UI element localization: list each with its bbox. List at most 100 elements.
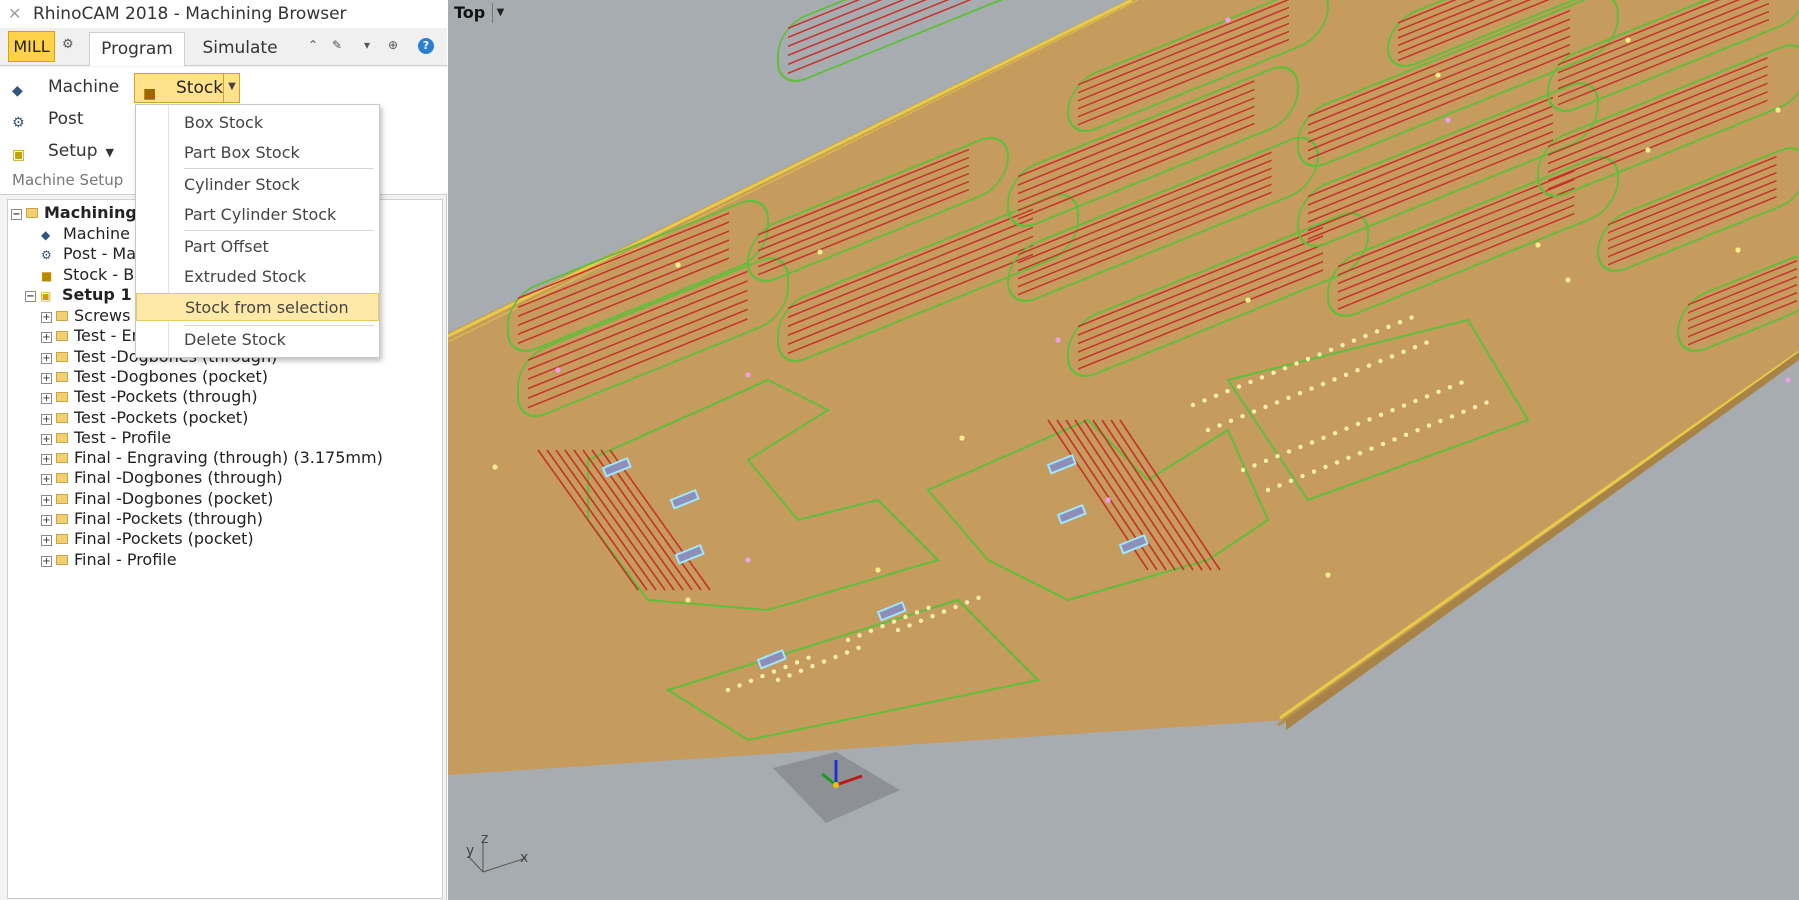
- tree-operation[interactable]: + Final -Dogbones (pocket): [41, 488, 273, 510]
- folder-icon: [56, 331, 68, 342]
- drill-hole: [1346, 455, 1351, 460]
- drill-hole: [1403, 432, 1409, 437]
- menu-item-extruded-stock[interactable]: Extruded Stock: [136, 263, 379, 291]
- setup-button[interactable]: ▣ Setup ▼: [12, 138, 114, 164]
- expand-toggle[interactable]: +: [41, 433, 52, 445]
- drill-hole: [857, 633, 862, 638]
- machine-button-label: Machine: [48, 77, 120, 97]
- drill-hole: [1275, 454, 1280, 459]
- viewport-top[interactable]: x z y Top ▼: [448, 0, 1799, 900]
- screw-point: [959, 435, 965, 441]
- expand-toggle[interactable]: +: [41, 515, 52, 526]
- tree-operation[interactable]: + Final -Pockets (through): [41, 508, 263, 530]
- post-button[interactable]: ⚙ Post: [12, 106, 84, 132]
- drill-hole: [1355, 368, 1360, 373]
- setup-icon: ▣: [12, 147, 26, 163]
- stock-button[interactable]: ■ Stock ▼: [134, 73, 240, 103]
- chevron-down-icon[interactable]: ▾: [364, 38, 370, 52]
- wrench-icon[interactable]: ✎: [332, 38, 342, 52]
- expand-toggle[interactable]: +: [41, 413, 52, 425]
- ribbon-group-label: Machine Setup: [12, 171, 124, 189]
- folder-icon: [56, 554, 68, 565]
- tree-root-label: Machining J: [44, 203, 149, 222]
- tree-machine[interactable]: ◆ Machine: [41, 223, 130, 245]
- close-icon[interactable]: ✕: [8, 4, 21, 23]
- machine-button[interactable]: ◆ Machine: [12, 74, 119, 100]
- mill-mode-button[interactable]: MILL: [8, 31, 55, 62]
- folder-icon: [56, 351, 68, 362]
- tree-operation[interactable]: + Final -Dogbones (through): [41, 467, 283, 489]
- expand-toggle[interactable]: +: [41, 454, 52, 466]
- viewport-menu-arrow-icon[interactable]: ▼: [492, 3, 508, 23]
- collapse-icon[interactable]: ⌃: [308, 38, 318, 52]
- drill-hole: [806, 655, 811, 660]
- tab-program[interactable]: Program: [89, 32, 185, 66]
- tree-setup[interactable]: − ▣ Setup 1: [25, 284, 132, 306]
- drill-hole: [1286, 395, 1291, 400]
- menu-item-cylinder-stock[interactable]: Cylinder Stock: [136, 171, 379, 199]
- drill-hole: [810, 664, 815, 669]
- drill-hole: [1332, 377, 1337, 382]
- drill-hole: [1252, 463, 1257, 468]
- tree-operation[interactable]: + Test -Dogbones (pocket): [41, 366, 268, 388]
- drill-hole: [1274, 400, 1280, 405]
- menu-item-part-cylinder-stock[interactable]: Part Cylinder Stock: [136, 201, 379, 229]
- drill-hole: [1389, 354, 1395, 359]
- tree-stock[interactable]: ■ Stock - B: [41, 264, 134, 286]
- screw-point: [675, 262, 681, 268]
- folder-icon: [56, 514, 68, 524]
- expand-toggle[interactable]: +: [41, 494, 52, 506]
- tree-operation[interactable]: + Final - Profile: [41, 549, 177, 571]
- tree-setup-label: Setup 1: [62, 285, 132, 304]
- menu-item-stock-from-selection[interactable]: Stock from selection: [136, 293, 379, 321]
- drill-hole: [783, 664, 788, 670]
- tab-simulate[interactable]: Simulate: [196, 32, 284, 66]
- tree-operation[interactable]: + Test -Pockets (through): [41, 386, 258, 408]
- menu-separator: [184, 168, 374, 169]
- expand-toggle[interactable]: +: [41, 474, 52, 486]
- tree-root[interactable]: − Machining J: [11, 202, 148, 224]
- tree-operation[interactable]: + Test -Pockets (pocket): [41, 407, 248, 429]
- machine-icon: ◆: [12, 83, 23, 99]
- expand-toggle[interactable]: +: [41, 372, 52, 384]
- post-icon: ⚙: [12, 115, 25, 131]
- expand-toggle[interactable]: +: [41, 393, 52, 405]
- screw-point: [817, 249, 823, 255]
- collapse-toggle[interactable]: −: [25, 291, 36, 302]
- tree-operation[interactable]: + Final - Engraving (through) (3.175mm): [41, 447, 383, 469]
- tree-post[interactable]: ⚙ Post - Ma: [41, 243, 136, 265]
- drill-hole: [1461, 409, 1466, 414]
- expand-toggle[interactable]: +: [41, 352, 52, 364]
- expand-toggle[interactable]: +: [41, 535, 52, 547]
- machine-icon: ◆: [41, 228, 51, 242]
- drill-hole: [1343, 372, 1349, 377]
- menu-item-delete-stock[interactable]: Delete Stock: [136, 326, 379, 354]
- expand-toggle[interactable]: +: [41, 332, 52, 344]
- cam-scene[interactable]: x z y: [448, 0, 1799, 900]
- tree-operation[interactable]: + Screws: [41, 305, 130, 327]
- drill-hole: [1217, 423, 1222, 428]
- tree-operation[interactable]: + Final -Pockets (pocket): [41, 528, 254, 550]
- drill-hole: [1447, 385, 1453, 390]
- viewport-title[interactable]: Top: [454, 1, 485, 25]
- post-button-label: Post: [48, 109, 84, 129]
- collapse-toggle[interactable]: −: [11, 209, 22, 220]
- stock-dropdown-arrow-icon[interactable]: ▼: [223, 73, 240, 103]
- tree-operation[interactable]: + Test - Profile: [41, 427, 171, 449]
- tree-operation-label: Final -Pockets (pocket): [74, 529, 254, 549]
- help-icon[interactable]: ?: [418, 38, 434, 54]
- expand-toggle[interactable]: +: [41, 555, 52, 567]
- drill-hole: [891, 619, 897, 624]
- drill-hole: [1472, 405, 1478, 410]
- drill-hole: [1363, 333, 1368, 339]
- drill-hole: [1305, 356, 1311, 362]
- settings-icon[interactable]: ⊕: [388, 38, 398, 52]
- menu-item-part-box-stock[interactable]: Part Box Stock: [136, 139, 379, 167]
- screw-point: [1535, 242, 1541, 248]
- menu-item-box-stock[interactable]: Box Stock: [136, 109, 379, 137]
- machine-type-icon[interactable]: ⚙: [62, 37, 78, 53]
- screw-point: [1625, 37, 1631, 43]
- drill-hole: [1297, 391, 1303, 396]
- expand-toggle[interactable]: +: [41, 312, 52, 323]
- menu-item-part-offset[interactable]: Part Offset: [136, 233, 379, 261]
